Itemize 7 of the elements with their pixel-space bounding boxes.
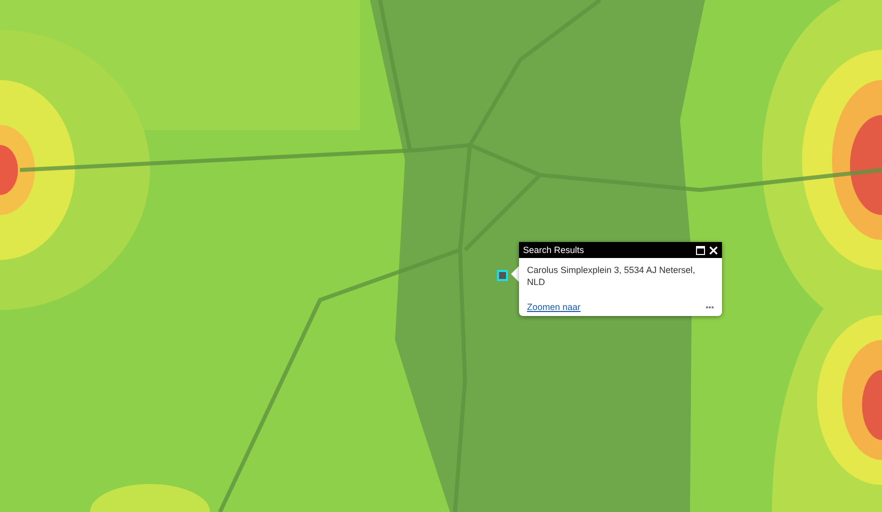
zoom-to-link[interactable]: Zoomen naar [527, 302, 581, 312]
location-marker-icon [497, 270, 508, 281]
maximize-icon[interactable] [696, 246, 705, 254]
close-icon[interactable] [709, 246, 718, 254]
popup-title: Search Results [523, 245, 586, 255]
more-options-button[interactable]: ••• [706, 302, 714, 312]
address-text: Carolus Simplexplein 3, 5534 AJ Netersel, NLD [526, 264, 696, 289]
